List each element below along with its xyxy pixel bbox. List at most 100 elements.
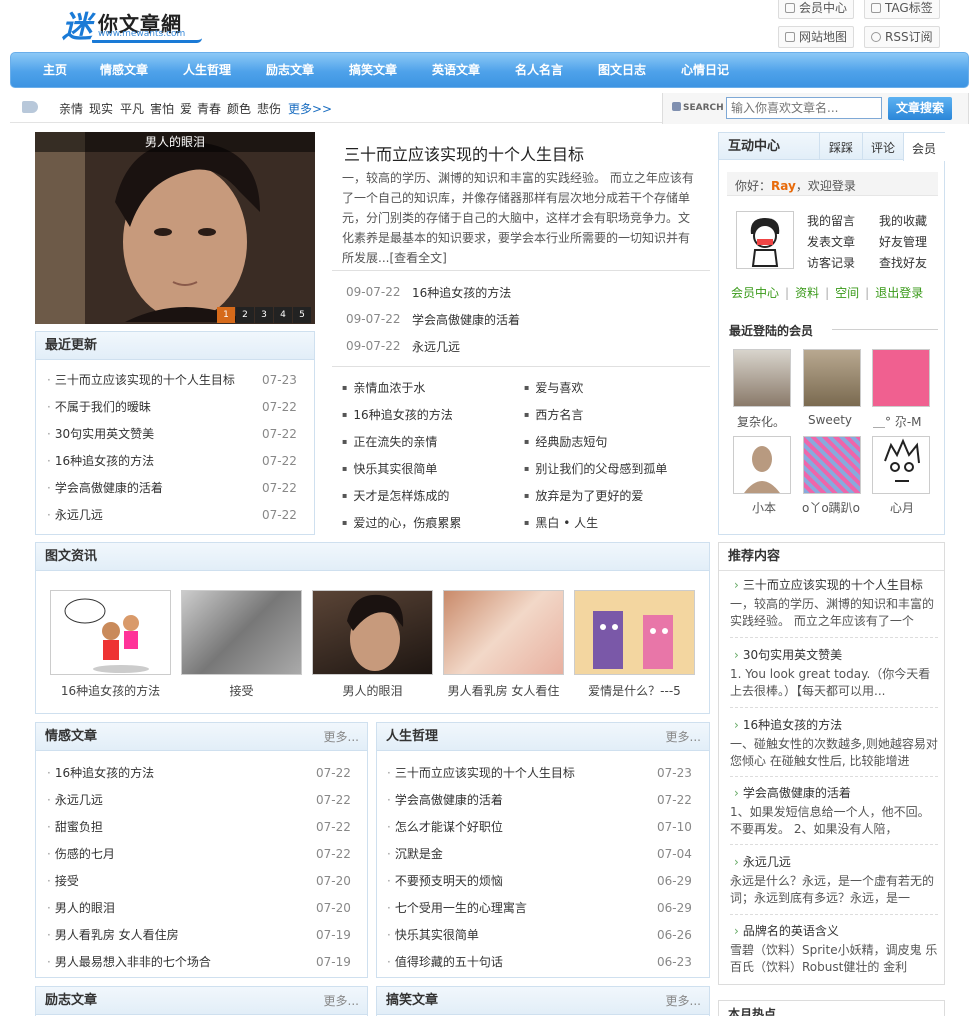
member-name[interactable]: o丫o蹒趴o <box>802 499 860 516</box>
recommend-item-title[interactable]: › 永远几远 <box>734 853 791 870</box>
visitor-log-link[interactable]: 访客记录 <box>807 254 855 271</box>
nav-home[interactable]: 主页 <box>43 53 67 87</box>
slide-page-5[interactable]: 5 <box>293 307 311 323</box>
recent-item[interactable]: 三十而立应该实现的十个人生目标 <box>47 371 247 388</box>
recent-item[interactable]: 永远几远 <box>47 506 247 523</box>
member-avatar[interactable] <box>872 349 930 407</box>
recent-item[interactable]: 16种追女孩的方法 <box>47 452 247 469</box>
recommend-item-title[interactable]: › 16种追女孩的方法 <box>734 716 842 733</box>
photo-thumb[interactable] <box>443 590 564 675</box>
emotion-item[interactable]: 甜蜜负担 <box>47 818 287 835</box>
featured-link[interactable]: 永远几远 <box>412 338 460 355</box>
emotion-item[interactable]: 伤感的七月 <box>47 845 287 862</box>
tab-member[interactable]: 会员 <box>912 140 936 157</box>
nav-emotion[interactable]: 情感文章 <box>100 53 148 87</box>
tab-comment[interactable]: 评论 <box>871 139 895 156</box>
bullet-link[interactable]: 爱过的心，伤痕累累 <box>342 514 461 531</box>
logout-link[interactable]: 退出登录 <box>875 286 923 300</box>
site-logo[interactable]: 迷 你文章網 www.mewants.com <box>62 2 212 45</box>
photo-caption[interactable]: 爱情是什么？---5 <box>574 682 695 699</box>
bullet-link[interactable]: 经典励志短句 <box>524 433 607 450</box>
bullet-link[interactable]: 快乐其实很简单 <box>342 460 437 477</box>
philosophy-item[interactable]: 值得珍藏的五十句话 <box>387 953 637 970</box>
philosophy-item[interactable]: 怎么才能谋个好职位 <box>387 818 637 835</box>
my-messages-link[interactable]: 我的留言 <box>807 212 855 229</box>
philosophy-item[interactable]: 三十而立应该实现的十个人生目标 <box>387 764 637 781</box>
emotion-item[interactable]: 男人最易想入非非的七个场合 <box>47 953 287 970</box>
emotion-item[interactable]: 永远几远 <box>47 791 287 808</box>
sitemap-link[interactable]: 网站地图 <box>778 26 855 48</box>
emotion-item[interactable]: 接受 <box>47 872 287 889</box>
emotion-item[interactable]: 男人看乳房 女人看住房 <box>47 926 287 943</box>
member-avatar[interactable] <box>733 436 791 494</box>
philosophy-item[interactable]: 沉默是金 <box>387 845 637 862</box>
member-avatar[interactable] <box>803 436 861 494</box>
slide-page-4[interactable]: 4 <box>274 307 292 323</box>
tag-item[interactable]: 现实 <box>89 100 113 117</box>
featured-link[interactable]: 学会高傲健康的活着 <box>412 311 520 328</box>
member-avatar[interactable] <box>733 349 791 407</box>
inspire-more-link[interactable]: 更多... <box>324 987 359 1015</box>
featured-title[interactable]: 三十而立应该实现的十个人生目标 <box>344 141 584 165</box>
member-name[interactable]: 小本 <box>752 499 776 516</box>
avatar[interactable] <box>736 211 794 269</box>
philosophy-item[interactable]: 学会高傲健康的活着 <box>387 791 637 808</box>
search-input[interactable] <box>726 97 882 119</box>
my-favorites-link[interactable]: 我的收藏 <box>879 212 927 229</box>
featured-link[interactable]: 16种追女孩的方法 <box>412 284 511 301</box>
tag-item[interactable]: 害怕 <box>150 100 174 117</box>
recent-item[interactable]: 不属于我们的暧昧 <box>47 398 247 415</box>
tab-interact[interactable]: 互动中心 <box>728 133 780 161</box>
recommend-item-title[interactable]: › 三十而立应该实现的十个人生目标 <box>734 576 923 593</box>
member-center-link[interactable]: 会员中心 <box>731 286 779 300</box>
bullet-link[interactable]: 西方名言 <box>524 406 583 423</box>
photo-thumb[interactable] <box>312 590 433 675</box>
tag-link[interactable]: TAG标签 <box>864 0 940 19</box>
nav-english[interactable]: 英语文章 <box>432 53 480 87</box>
member-avatar[interactable] <box>872 436 930 494</box>
funny-more-link[interactable]: 更多... <box>666 987 701 1015</box>
recommend-item-title[interactable]: › 学会高傲健康的活着 <box>734 784 851 801</box>
philosophy-item[interactable]: 七个受用一生的心理寓言 <box>387 899 637 916</box>
recommend-item-title[interactable]: › 30句实用英文赞美 <box>734 646 842 663</box>
nav-mood-diary[interactable]: 心情日记 <box>681 53 729 87</box>
photo-caption[interactable]: 男人的眼泪 <box>312 682 433 699</box>
member-avatar[interactable] <box>803 349 861 407</box>
member-name[interactable]: Sweety <box>808 413 852 427</box>
bullet-link[interactable]: 放弃是为了更好的爱 <box>524 487 643 504</box>
nav-photo-log[interactable]: 图文日志 <box>598 53 646 87</box>
member-name[interactable]: ＿° 尕-M <box>873 413 922 430</box>
slide-page-3[interactable]: 3 <box>255 307 273 323</box>
slideshow[interactable]: 男人的眼泪 12345 <box>35 132 315 324</box>
philosophy-more-link[interactable]: 更多... <box>666 723 701 751</box>
bullet-link[interactable]: 天才是怎样炼成的 <box>342 487 449 504</box>
tag-item[interactable]: 亲情 <box>59 100 83 117</box>
bullet-link[interactable]: 亲情血浓于水 <box>342 379 425 396</box>
emotion-item[interactable]: 16种追女孩的方法 <box>47 764 287 781</box>
profile-link[interactable]: 资料 <box>795 286 819 300</box>
photo-thumb[interactable] <box>574 590 695 675</box>
slide-page-1[interactable]: 1 <box>217 307 235 323</box>
photo-thumb[interactable] <box>50 590 171 675</box>
philosophy-item[interactable]: 快乐其实很简单 <box>387 926 637 943</box>
recommend-item-title[interactable]: › 品牌名的英语含义 <box>734 922 839 939</box>
photo-caption[interactable]: 接受 <box>181 682 302 699</box>
slide-page-2[interactable]: 2 <box>236 307 254 323</box>
read-all-link[interactable]: [查看全文] <box>389 251 446 264</box>
member-name[interactable]: 复杂化。 <box>737 413 785 430</box>
nav-funny[interactable]: 搞笑文章 <box>349 53 397 87</box>
tab-step[interactable]: 踩踩 <box>829 139 853 156</box>
bullet-link[interactable]: 16种追女孩的方法 <box>342 406 452 423</box>
search-button[interactable]: 文章搜索 <box>888 97 952 120</box>
bullet-link[interactable]: 爱与喜欢 <box>524 379 583 396</box>
nav-quotes[interactable]: 名人名言 <box>515 53 563 87</box>
member-name[interactable]: 心月 <box>890 499 914 516</box>
find-friends-link[interactable]: 查找好友 <box>879 254 927 271</box>
member-center-link[interactable]: 会员中心 <box>778 0 855 19</box>
photo-caption[interactable]: 男人看乳房 女人看住 <box>443 682 564 699</box>
tag-item[interactable]: 青春 <box>197 100 221 117</box>
nav-philosophy[interactable]: 人生哲理 <box>183 53 231 87</box>
nav-inspire[interactable]: 励志文章 <box>266 53 314 87</box>
recent-item[interactable]: 学会高傲健康的活着 <box>47 479 247 496</box>
tag-item[interactable]: 爱 <box>180 100 192 117</box>
